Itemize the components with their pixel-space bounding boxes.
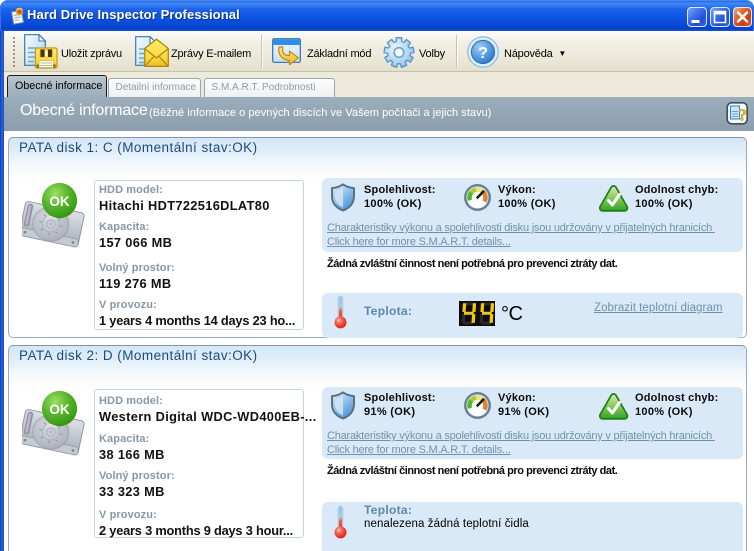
svg-text:?: ? [738,106,747,125]
svg-text:?: ? [478,45,488,62]
